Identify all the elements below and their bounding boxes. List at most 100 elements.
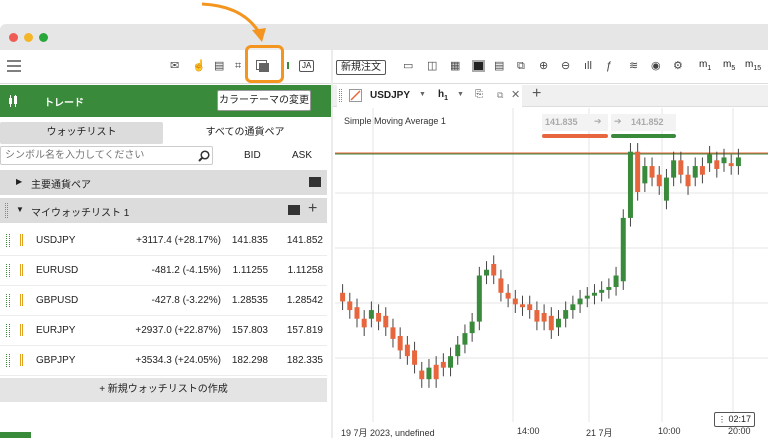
buy-arrow-icon: ➔ <box>614 116 622 126</box>
row-change: +3117.4 (+28.17%) <box>136 235 221 246</box>
candle <box>541 312 547 322</box>
buy-button[interactable]: ➔ 141.852 <box>611 114 676 131</box>
section-watchlist[interactable]: ▼ マイウォッチリスト 1 + <box>0 198 327 223</box>
layout-icon[interactable] <box>309 177 321 187</box>
candle <box>505 292 511 299</box>
menu-icon[interactable] <box>7 60 21 72</box>
grid-layout-icon[interactable]: ▦ <box>450 59 460 73</box>
close-window-icon[interactable] <box>9 33 18 42</box>
candle <box>584 295 590 299</box>
tooltip: カラーテーマの変更 <box>217 90 311 111</box>
row-ask: 1.11258 <box>287 265 323 276</box>
candle <box>642 166 648 184</box>
candle <box>548 315 554 331</box>
detach-icon[interactable]: ⧉ <box>497 88 503 102</box>
display-icon[interactable]: ▭ <box>403 59 413 73</box>
timeframe-m15[interactable]: m15 <box>745 59 761 72</box>
table-row[interactable]: USDJPY +3117.4 (+28.17%) 141.835 141.852 <box>0 226 327 256</box>
fundamental-icon[interactable]: ƒ <box>606 59 612 73</box>
indicator-icon[interactable]: ıll <box>584 59 592 73</box>
zoom-in-icon[interactable]: ⊕ <box>539 59 548 73</box>
search-input[interactable] <box>1 147 189 164</box>
chart-tab-usdjpy[interactable]: USDJPY ▼ h1 ▼ ⎘ ⧉ ✕ <box>337 85 522 107</box>
timeframe-label[interactable]: h1 <box>438 89 448 102</box>
bid-header: BID <box>244 150 261 161</box>
table-row[interactable]: GBPUSD -427.8 (-3.22%) 1.28535 1.28542 <box>0 286 327 316</box>
candle <box>649 166 655 178</box>
zoom-window-icon[interactable] <box>39 33 48 42</box>
drag-handle-icon[interactable] <box>6 234 10 247</box>
panel-icon[interactable]: ◫ <box>427 59 437 73</box>
calculator-icon[interactable]: ▤ <box>214 59 224 73</box>
candle <box>462 333 468 345</box>
candle <box>469 321 475 334</box>
add-icon[interactable]: + <box>308 200 317 218</box>
table-row[interactable]: EURJPY +2937.0 (+22.87%) 157.803 157.819 <box>0 316 327 346</box>
add-tab-icon[interactable]: + <box>532 85 541 103</box>
split-layout-icon[interactable]: ▤ <box>494 59 504 73</box>
chevron-down-icon[interactable]: ▼ <box>457 91 464 98</box>
mail-icon[interactable]: ✉ <box>170 59 179 73</box>
candle <box>663 177 669 201</box>
candle <box>397 336 403 351</box>
table-row[interactable]: EURUSD -481.2 (-4.15%) 1.11255 1.11258 <box>0 256 327 286</box>
x-label: 14:00 <box>517 426 540 436</box>
new-order-button[interactable]: 新規注文 <box>336 60 386 75</box>
drag-handle-icon[interactable] <box>6 354 10 367</box>
touch-icon[interactable]: ☝ <box>192 59 206 73</box>
layout-icon[interactable] <box>288 205 300 215</box>
minimize-window-icon[interactable] <box>24 33 33 42</box>
section-major-pairs[interactable]: ▶ 主要通貨ペア <box>0 170 327 195</box>
candle <box>577 298 583 305</box>
layers-icon[interactable]: ≋ <box>629 59 638 73</box>
drag-handle-icon <box>339 89 342 102</box>
chart-toolbar: 新規注文 ▭ ◫ ▦ ▤ ⧉ ⊕ ⊖ ıll ƒ ≋ ◉ ⚙ m1 m5 m15 <box>333 50 768 84</box>
trade-label: トレード <box>44 98 84 109</box>
table-row[interactable]: GBPJPY +3534.3 (+24.05%) 182.298 182.335 <box>0 346 327 376</box>
tab-watchlist[interactable]: ウォッチリスト <box>0 122 163 144</box>
add-watchlist-button[interactable]: + 新規ウォッチリストの作成 <box>0 378 327 402</box>
chart-plot[interactable]: Simple Moving Average 1 141.835 ➔ ➔ 141.… <box>335 108 768 422</box>
language-badge[interactable]: JA <box>299 60 315 72</box>
timeframe-m5[interactable]: m5 <box>723 59 735 72</box>
candle-icon <box>9 95 17 107</box>
section-major-label: 主要通貨ペア <box>31 180 91 191</box>
single-layout-icon[interactable] <box>472 60 485 72</box>
close-icon[interactable]: ✕ <box>511 88 520 102</box>
candle <box>448 356 454 368</box>
signal-indicator <box>287 62 289 69</box>
drag-handle-icon[interactable] <box>6 294 10 307</box>
chevron-down-icon[interactable]: ▼ <box>419 91 426 98</box>
chart-type-icon[interactable] <box>349 89 362 102</box>
zoom-out-icon[interactable]: ⊖ <box>561 59 570 73</box>
indicator-label: Simple Moving Average 1 <box>344 116 446 126</box>
chart-link-icon[interactable]: ⎘ <box>475 88 483 102</box>
search-icon[interactable] <box>198 150 210 162</box>
timeframe-m15-sub: 15 <box>753 65 762 72</box>
sell-button[interactable]: 141.835 ➔ <box>542 114 608 131</box>
row-symbol: EURUSD <box>36 265 79 276</box>
candle <box>606 287 612 290</box>
row-symbol: EURJPY <box>36 325 76 336</box>
candle <box>534 310 540 322</box>
tab-all-pairs[interactable]: すべての通貨ペア <box>163 122 327 144</box>
pointer-arrow-icon <box>201 2 266 42</box>
window-chrome <box>0 24 768 50</box>
candlestick-chart <box>335 108 768 422</box>
eye-icon[interactable]: ◉ <box>651 59 661 73</box>
row-ask: 1.28542 <box>286 295 323 306</box>
settings-icon[interactable]: ⌗ <box>235 59 241 73</box>
pop-out-icon[interactable]: ⧉ <box>517 59 525 73</box>
drag-handle-icon[interactable] <box>6 264 10 277</box>
candle <box>656 174 662 187</box>
drag-handle-icon[interactable] <box>5 203 8 218</box>
chart-settings-icon[interactable]: ⚙ <box>673 59 683 73</box>
x-axis: 19 7月 2023, undefined 14:00 21 7月 10:00 … <box>335 422 768 438</box>
timeframe-m1[interactable]: m1 <box>699 59 711 72</box>
candle <box>563 310 569 319</box>
drag-handle-icon[interactable] <box>6 324 10 337</box>
row-symbol: GBPJPY <box>36 355 76 366</box>
flash-icon <box>20 354 23 366</box>
clock-badge: ⋮ 02:17 <box>714 412 756 427</box>
row-bid: 157.803 <box>231 325 268 336</box>
